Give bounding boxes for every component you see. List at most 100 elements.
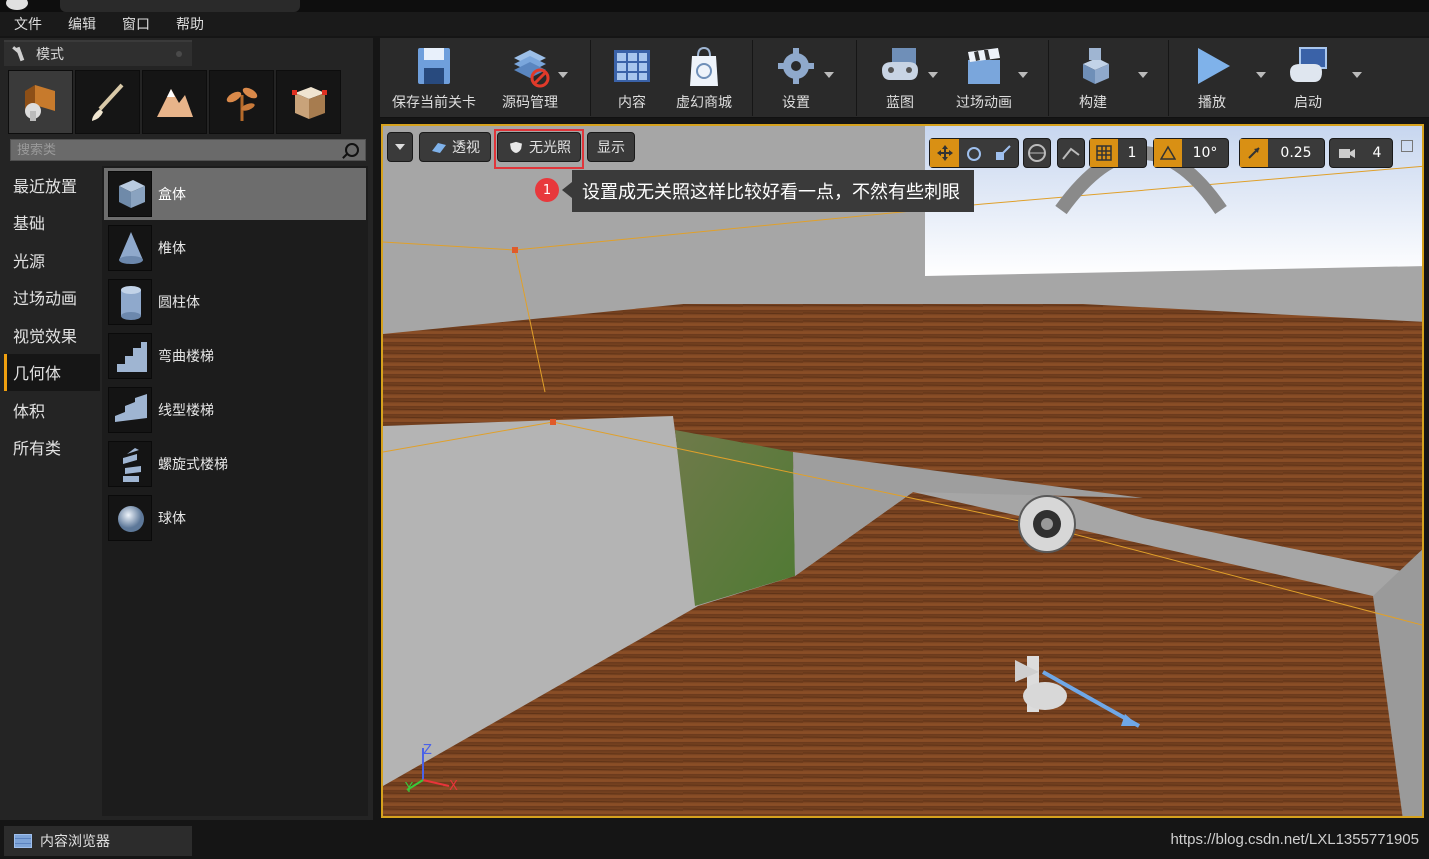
build-dropdown-icon[interactable]: [1138, 72, 1148, 78]
launch-label: 启动: [1294, 95, 1322, 111]
viewport-scene[interactable]: Z X Y: [383, 126, 1424, 818]
source-control-dropdown-icon[interactable]: [558, 72, 568, 78]
blueprints-dropdown-icon[interactable]: [928, 72, 938, 78]
launch-dropdown-icon[interactable]: [1352, 72, 1362, 78]
blueprints-button[interactable]: 蓝图: [874, 38, 926, 118]
menu-file[interactable]: 文件: [14, 14, 42, 34]
blueprint-gamepad-icon: [882, 48, 918, 80]
category-basic[interactable]: 基础: [4, 204, 100, 242]
asset-box[interactable]: 盒体: [104, 168, 366, 220]
category-all-classes[interactable]: 所有类: [4, 429, 100, 467]
clapperboard-icon: [968, 48, 1000, 84]
scale-snap-value[interactable]: 0.25: [1268, 139, 1324, 167]
build-button[interactable]: 构建: [1066, 38, 1120, 118]
cinematics-button[interactable]: 过场动画: [948, 38, 1020, 118]
landscape-mode-button[interactable]: [142, 70, 207, 134]
watermark: https://blog.csdn.net/LXL1355771905: [1170, 831, 1419, 848]
play-button[interactable]: 播放: [1184, 38, 1240, 118]
save-level-button[interactable]: 保存当前关卡: [388, 38, 480, 118]
asset-label: 弯曲楼梯: [158, 349, 214, 365]
marketplace-label: 虚幻商城: [676, 95, 732, 111]
content-button[interactable]: 内容: [602, 38, 662, 118]
class-search-input[interactable]: [17, 142, 337, 158]
cinematics-label: 过场动画: [956, 95, 1012, 111]
scale-icon: [996, 145, 1012, 160]
class-search-box: [10, 139, 366, 161]
asset-linear-stair[interactable]: 线型楼梯: [104, 384, 366, 436]
category-lights[interactable]: 光源: [4, 241, 100, 279]
gear-icon: [778, 48, 814, 84]
build-blocks-icon: [1083, 48, 1109, 84]
bottom-bar: 内容浏览器 https://blog.csdn.net/LXL135577190…: [0, 822, 1429, 859]
grid-snap-group: 1: [1089, 138, 1147, 168]
grid-size-value[interactable]: 1: [1118, 139, 1146, 167]
cinematics-dropdown-icon[interactable]: [1018, 72, 1028, 78]
asset-cylinder[interactable]: 圆柱体: [104, 276, 366, 328]
level-viewport[interactable]: Z X Y 透视 无光照 显示 1 10° 0.25 4 1 设置成无关照这样比…: [381, 124, 1424, 818]
content-grid-icon: [614, 50, 650, 82]
modes-panel: 模式 搜索类 最近放置 基础 光源 过场动画 视觉效果 几何体 体积 所有类 盒…: [0, 38, 373, 849]
maximize-viewport-icon[interactable]: [1401, 140, 1413, 152]
title-bar: [0, 0, 1429, 12]
level-tab[interactable]: [60, 0, 300, 12]
asset-sphere[interactable]: 球体: [104, 492, 366, 544]
asset-label: 椎体: [158, 241, 186, 257]
category-recent[interactable]: 最近放置: [4, 166, 100, 204]
play-dropdown-icon[interactable]: [1256, 72, 1266, 78]
asset-spiral-stair[interactable]: 螺旋式楼梯: [104, 438, 366, 490]
place-mode-button[interactable]: [8, 70, 73, 134]
menu-bar: 文件 编辑 窗口 帮助: [0, 12, 1429, 36]
rotate-tool-button[interactable]: [959, 139, 988, 167]
geometry-edit-mode-button[interactable]: [276, 70, 341, 134]
settings-button[interactable]: 设置: [768, 38, 824, 118]
perspective-button[interactable]: 透视: [419, 132, 491, 162]
rotation-snap-toggle[interactable]: [1154, 139, 1182, 167]
modes-icon: [12, 45, 30, 63]
source-control-button[interactable]: 源码管理: [490, 38, 570, 118]
modes-tab[interactable]: 模式: [4, 40, 192, 66]
asset-curved-stair[interactable]: 弯曲楼梯: [104, 330, 366, 382]
build-label: 构建: [1079, 95, 1107, 111]
category-visual-effects[interactable]: 视觉效果: [4, 316, 100, 354]
asset-cone[interactable]: 椎体: [104, 222, 366, 274]
tab-close-icon[interactable]: [176, 51, 182, 57]
menu-edit[interactable]: 编辑: [68, 14, 96, 34]
place-mode-icon: [25, 85, 55, 121]
rotation-snap-value[interactable]: 10°: [1182, 139, 1228, 167]
coordinate-system-button[interactable]: [1023, 138, 1051, 168]
scale-snap-toggle[interactable]: [1240, 139, 1268, 167]
content-browser-tab[interactable]: 内容浏览器: [4, 826, 192, 856]
source-control-icon: [514, 50, 550, 88]
menu-window[interactable]: 窗口: [122, 14, 150, 34]
menu-help[interactable]: 帮助: [176, 14, 204, 34]
play-icon: [1198, 48, 1230, 84]
cylinder-icon: [108, 279, 152, 325]
camera-speed-button[interactable]: 4: [1329, 138, 1393, 168]
content-browser-label: 内容浏览器: [40, 834, 110, 850]
launch-gamepad-icon: [1290, 47, 1327, 82]
paint-mode-button[interactable]: [75, 70, 140, 134]
toolbar-separator: [1048, 40, 1049, 116]
category-cinematic[interactable]: 过场动画: [4, 279, 100, 317]
axis-z-label: Z: [423, 743, 432, 758]
foliage-icon: [226, 87, 258, 121]
surface-snap-icon: [1062, 147, 1080, 160]
grid-snap-toggle[interactable]: [1090, 139, 1118, 167]
axis-y-label: Y: [404, 781, 413, 796]
settings-dropdown-icon[interactable]: [824, 72, 834, 78]
box-icon: [108, 171, 152, 217]
foliage-mode-button[interactable]: [209, 70, 274, 134]
category-volumes[interactable]: 体积: [4, 391, 100, 429]
translate-tool-button[interactable]: [930, 139, 960, 167]
viewport-options-button[interactable]: [387, 132, 413, 162]
asset-label: 线型楼梯: [158, 403, 214, 419]
show-label: 显示: [597, 140, 625, 156]
surface-snapping-button[interactable]: [1057, 138, 1085, 168]
scale-arrow-icon: [1248, 147, 1260, 159]
category-geometry[interactable]: 几何体: [4, 353, 100, 391]
marketplace-button[interactable]: 虚幻商城: [670, 38, 738, 118]
show-flags-button[interactable]: 显示: [587, 132, 635, 162]
scale-tool-button[interactable]: [989, 139, 1018, 167]
launch-button[interactable]: 启动: [1280, 38, 1336, 118]
search-icon[interactable]: [345, 143, 359, 157]
